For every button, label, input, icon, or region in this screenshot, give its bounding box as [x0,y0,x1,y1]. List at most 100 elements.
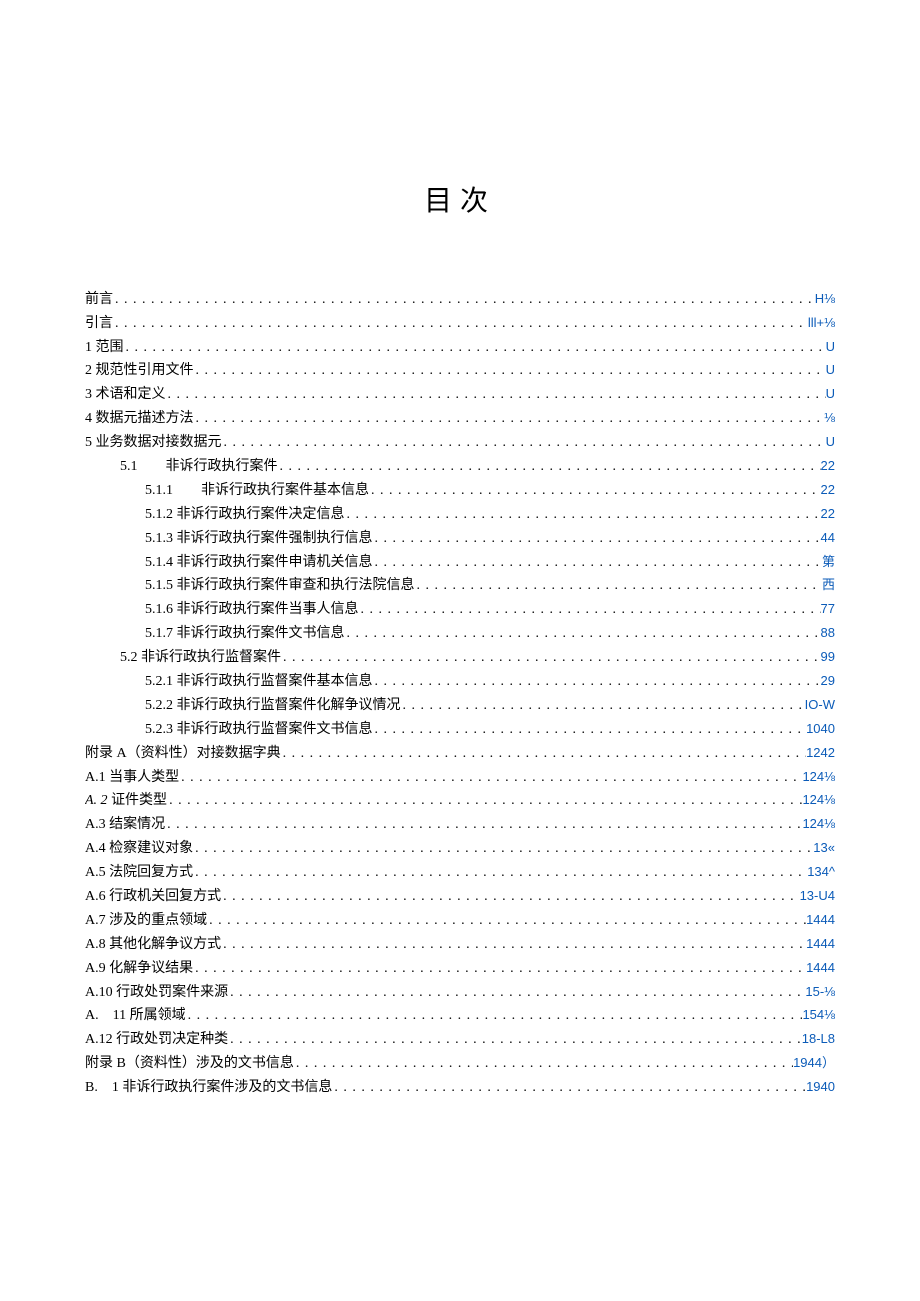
toc-dot-leader [369,480,821,502]
toc-entry-label: 5.1.5 非诉行政执行案件审查和执行法院信息 [145,575,415,597]
toc-entry-page[interactable]: 88 [821,623,835,644]
toc-dot-leader [373,528,821,550]
toc-dot-leader [401,695,805,717]
toc-entry-label: A.4 检察建议对象 [85,838,193,860]
toc-entry-label: 5.1.1 非诉行政执行案件基本信息 [145,480,369,502]
toc-dot-leader [165,814,802,836]
toc-dot-leader [221,886,799,908]
toc-entry-page[interactable]: U [826,432,835,453]
toc-entry-page[interactable]: 13-U4 [800,886,835,907]
toc-dot-leader [278,456,821,478]
toc-entry-label: 2 规范性引用文件 [85,360,194,382]
toc-entry-page[interactable]: 1242 [806,743,835,764]
toc-dot-leader [193,958,806,980]
toc-entry-label: A. 11 所属领域 [85,1005,186,1027]
toc-entry-label: 5.2 非诉行政执行监督案件 [120,647,281,669]
toc-entry-label: 5.1.2 非诉行政执行案件决定信息 [145,504,345,526]
toc-entry: 2 规范性引用文件 U [85,360,835,382]
toc-entry-page[interactable]: 99 [821,647,835,668]
toc-entry-label: A.3 结案情况 [85,814,165,836]
toc-entry-page[interactable]: IO-W [805,695,835,716]
toc-entry: 1 范围U [85,337,835,359]
toc-entry-label: 5.2.2 非诉行政执行监督案件化解争议情况 [145,695,401,717]
toc-entry: 5.1.4 非诉行政执行案件申请机关信息 第 [85,552,835,574]
toc-dot-leader [228,982,805,1004]
toc-entry-page[interactable]: 22 [821,456,835,477]
toc-entry-page[interactable]: 15-⅛ [805,982,835,1003]
toc-entry-label: A.8 其他化解争议方式 [85,934,221,956]
toc-entry: A.12 行政处罚决定种类 18-L8 [85,1029,835,1051]
toc-entry-page[interactable]: 13« [813,838,835,859]
toc-entry: 前言H⅛ [85,289,835,311]
toc-entry-label: A.1 当事人类型 [85,767,179,789]
toc-entry-label: 5.1.7 非诉行政执行案件文书信息 [145,623,345,645]
toc-dot-leader [373,671,821,693]
toc-entry-page[interactable]: 124⅛ [802,814,835,835]
toc-entry-page[interactable]: 22 [821,480,835,501]
page-container: 目次 前言H⅛引言lll+⅛1 范围U2 规范性引用文件U3 术语和定义U4 数… [0,0,920,1161]
toc-dot-leader [294,1053,793,1075]
toc-entry-label: 引言 [85,313,113,335]
toc-entry: 引言 lll+⅛ [85,313,835,335]
toc-entry-page[interactable]: 124⅛ [802,767,835,788]
toc-dot-leader [415,575,822,597]
toc-entry-label: 附录 B（资料性）涉及的文书信息 [85,1053,294,1075]
toc-entry-page[interactable]: H⅛ [815,289,835,310]
toc-entry: 附录 B（资料性）涉及的文书信息 1944） [85,1053,835,1075]
toc-entry: 5 业务数据对接数据元 U [85,432,835,454]
toc-entry: 5.2.1 非诉行政执行监督案件基本信息 29 [85,671,835,693]
toc-entry-label: 5.1 非诉行政执行案件 [120,456,278,478]
page-title: 目次 [85,179,835,219]
toc-entry-page[interactable]: 44 [821,528,835,549]
toc-entry-label: 附录 A（资料性）对接数据字典 [85,743,281,765]
toc-entry-page[interactable]: lll+⅛ [808,313,835,334]
toc-entry-label: 5.1.4 非诉行政执行案件申请机关信息 [145,552,373,574]
toc-entry: 5.1.7 非诉行政执行案件文书信息 88 [85,623,835,645]
toc-entry-page[interactable]: 第 [822,552,835,573]
toc-entry-label: A.12 行政处罚决定种类 [85,1029,228,1051]
toc-entry: 5.1.5 非诉行政执行案件审查和执行法院信息 西 [85,575,835,597]
toc-entry-label: 5.2.1 非诉行政执行监督案件基本信息 [145,671,373,693]
toc-entry-label: 5.1.6 非诉行政执行案件当事人信息 [145,599,359,621]
toc-dot-leader [373,719,807,741]
toc-dot-leader [186,1005,803,1027]
toc-entry-page[interactable]: 22 [821,504,835,525]
toc-entry-page[interactable]: 124⅛ [802,790,835,811]
toc-entry-page[interactable]: 18-L8 [802,1029,835,1050]
toc-entry: A.10 行政处罚案件来源 15-⅛ [85,982,835,1004]
toc-dot-leader [167,790,802,812]
toc-entry-page[interactable]: 134^ [807,862,835,883]
toc-entry: 5.1.2 非诉行政执行案件决定信息 22 [85,504,835,526]
toc-entry-label: 5.2.3 非诉行政执行监督案件文书信息 [145,719,373,741]
toc-entry: A.9 化解争议结果1444 [85,958,835,980]
toc-entry: 5.2.2 非诉行政执行监督案件化解争议情况 IO-W [85,695,835,717]
toc-entry-page[interactable]: 1040 [806,719,835,740]
toc-entry-page[interactable]: U [826,360,835,381]
toc-entry: A.3 结案情况 124⅛ [85,814,835,836]
toc-entry-page[interactable]: ⅛ [824,408,835,429]
toc-entry-label: B. 1 非诉行政执行案件涉及的文书信息 [85,1077,332,1099]
toc-entry: 4 数据元描述方法⅛ [85,408,835,430]
toc-entry-label: A.10 行政处罚案件来源 [85,982,228,1004]
toc-entry-label: 5 业务数据对接数据元 [85,432,222,454]
toc-entry-page[interactable]: 1444 [806,934,835,955]
toc-entry-label: A.7 涉及的重点领域 [85,910,207,932]
toc-dot-leader [228,1029,802,1051]
toc-entry-page[interactable]: 1444 [806,910,835,931]
toc-entry-page[interactable]: 77 [821,599,835,620]
toc-entry-page[interactable]: 西 [822,575,835,596]
toc-entry-page[interactable]: 1444 [806,958,835,979]
toc-entry-page[interactable]: 154⅛ [802,1005,835,1026]
toc-entry-label: A. 2 证件类型 [85,790,167,812]
toc-dot-leader [194,360,826,382]
toc-entry-page[interactable]: U [826,384,835,405]
toc-dot-leader [345,623,821,645]
toc-dot-leader [166,384,826,406]
toc-entry-page[interactable]: 1944） [793,1053,835,1074]
toc-entry: 5.1.3 非诉行政执行案件强制执行信息44 [85,528,835,550]
toc-entry-page[interactable]: 1940 [806,1077,835,1098]
toc-entry-page[interactable]: U [826,337,835,358]
toc-dot-leader [194,408,825,430]
toc-dot-leader [207,910,806,932]
toc-entry-page[interactable]: 29 [821,671,835,692]
